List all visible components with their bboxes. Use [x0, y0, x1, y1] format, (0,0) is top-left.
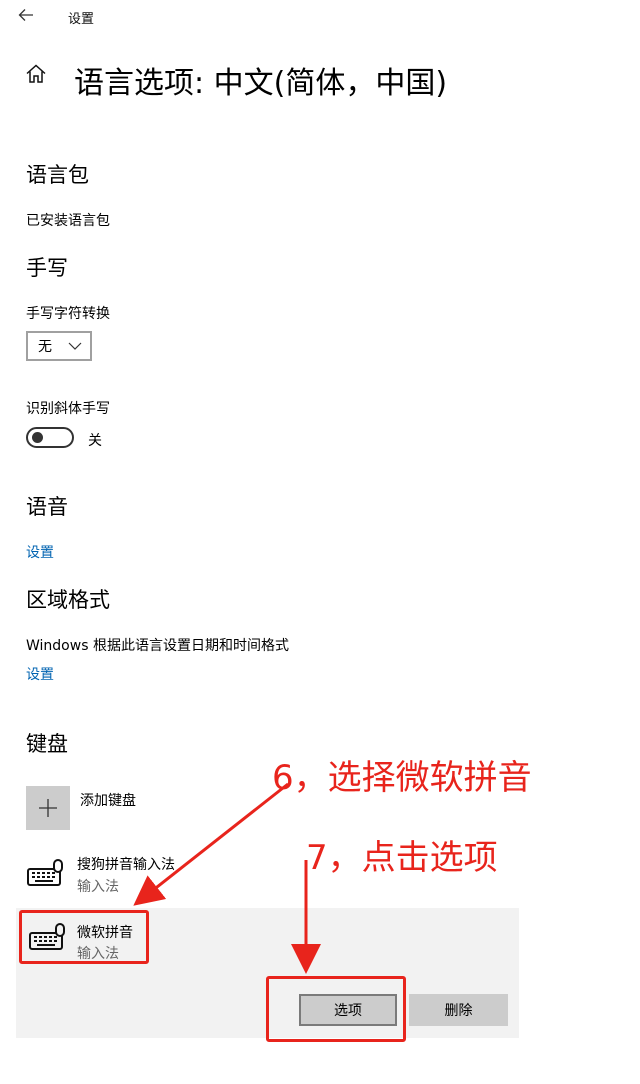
handwriting-conversion-value: 无	[38, 339, 52, 355]
toggle-knob	[32, 432, 43, 443]
speech-settings-link[interactable]: 设置	[26, 542, 54, 562]
annotation-step-7: 7，点击选项	[306, 838, 498, 878]
annotation-step-6: 6，选择微软拼音	[272, 758, 532, 798]
arrow-left-icon	[18, 9, 33, 21]
handwriting-heading: 手写	[26, 256, 68, 280]
page-title: 语言选项: 中文(简体，中国)	[74, 66, 448, 101]
keyboard-item-name: 搜狗拼音输入法	[77, 857, 175, 873]
keyboard-item-sogou[interactable]: 搜狗拼音输入法 输入法	[26, 852, 326, 898]
italic-handwriting-state: 关	[88, 433, 102, 449]
language-pack-heading: 语言包	[26, 163, 89, 187]
keyboard-item-type: 输入法	[77, 879, 119, 895]
add-keyboard-button[interactable]	[26, 786, 70, 830]
region-settings-link[interactable]: 设置	[26, 664, 54, 684]
handwriting-conversion-label: 手写字符转换	[26, 306, 110, 322]
chevron-down-icon	[68, 342, 82, 350]
back-button[interactable]	[18, 6, 34, 27]
delete-button[interactable]: 删除	[409, 994, 508, 1026]
handwriting-conversion-select[interactable]: 无	[26, 331, 92, 361]
italic-handwriting-toggle[interactable]	[26, 427, 74, 448]
home-icon[interactable]	[24, 62, 48, 86]
region-heading: 区域格式	[26, 588, 110, 612]
speech-heading: 语音	[26, 495, 68, 519]
italic-handwriting-label: 识别斜体手写	[26, 401, 110, 417]
keyboard-heading: 键盘	[26, 732, 68, 756]
language-pack-status: 已安装语言包	[26, 213, 110, 229]
plus-icon	[39, 799, 57, 817]
annotation-highlight-options	[266, 976, 406, 1042]
add-keyboard-label[interactable]: 添加键盘	[80, 790, 136, 810]
window-title: 设置	[68, 12, 95, 27]
keyboard-icon	[27, 859, 63, 886]
region-description: Windows 根据此语言设置日期和时间格式	[26, 638, 289, 654]
annotation-highlight-pinyin	[19, 910, 149, 964]
